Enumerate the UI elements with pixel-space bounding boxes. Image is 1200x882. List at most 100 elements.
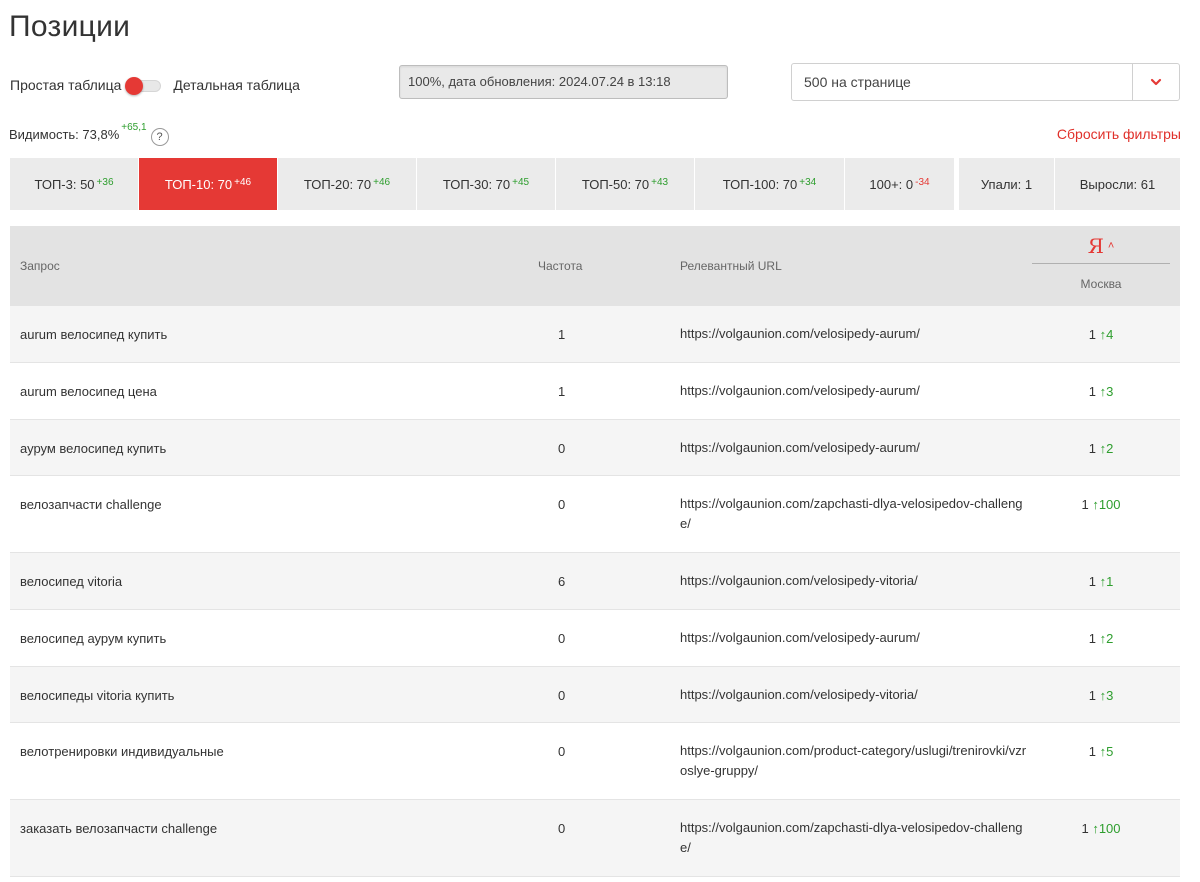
header-url[interactable]: Релевантный URL bbox=[680, 259, 782, 273]
frequency-cell: 0 bbox=[558, 441, 566, 456]
query-cell: велосипед vitoria bbox=[20, 574, 123, 589]
tab-label: Выросли: 61 bbox=[1079, 176, 1156, 192]
url-cell[interactable]: https://volgaunion.com/velosipedy-aurum/ bbox=[680, 628, 1030, 648]
select-divider bbox=[1132, 64, 1133, 100]
table-row: аурум велосипед купить 0 https://volgaun… bbox=[10, 420, 1180, 476]
tab-top30[interactable]: ТОП-30: 70 +45 bbox=[417, 158, 556, 210]
tab-delta: +46 bbox=[234, 176, 252, 188]
tab-top10[interactable]: ТОП-10: 70 +46 bbox=[139, 158, 278, 210]
url-cell[interactable]: https://volgaunion.com/velosipedy-aurum/ bbox=[680, 438, 1030, 458]
detailed-table-label[interactable]: Детальная таблица bbox=[173, 77, 300, 93]
position-cell: 1 ↑3 bbox=[1032, 384, 1170, 399]
frequency-cell: 0 bbox=[558, 688, 566, 703]
query-cell: aurum велосипед купить bbox=[20, 327, 168, 342]
frequency-cell: 0 bbox=[558, 744, 566, 759]
position-value: 1 bbox=[1081, 497, 1089, 512]
switch-knob[interactable] bbox=[125, 77, 144, 95]
position-value: 1 bbox=[1088, 441, 1096, 456]
tab-top3[interactable]: ТОП-3: 50 +36 bbox=[10, 158, 139, 210]
update-status: 100%, дата обновления: 2024.07.24 в 13:1… bbox=[399, 65, 728, 99]
table-row: aurum велосипед цена 1 https://volgaunio… bbox=[10, 363, 1180, 420]
position-value: 1 bbox=[1081, 821, 1089, 836]
url-cell[interactable]: https://volgaunion.com/velosipedy-aurum/ bbox=[680, 381, 1030, 401]
tab-label: 100+: 0 bbox=[869, 176, 914, 192]
tab-label: ТОП-100: 70 bbox=[722, 176, 798, 192]
visibility-metric: Видимость: 73,8% +65,1 ? bbox=[9, 122, 169, 146]
position-change: 3 bbox=[1106, 384, 1114, 399]
chevron-down-icon[interactable] bbox=[1147, 73, 1165, 91]
position-change: 100 bbox=[1098, 821, 1121, 836]
visibility-delta: +65,1 bbox=[121, 122, 147, 133]
url-cell[interactable]: https://volgaunion.com/velosipedy-vitori… bbox=[680, 685, 1030, 705]
header-query[interactable]: Запрос bbox=[20, 259, 60, 273]
frequency-cell: 1 bbox=[558, 327, 566, 342]
tab-label: ТОП-3: 50 bbox=[34, 176, 95, 192]
table-header: Запрос Частота Релевантный URL Я ˄ Москва bbox=[10, 226, 1180, 306]
position-change: 5 bbox=[1106, 744, 1114, 759]
tab-label: ТОП-10: 70 bbox=[164, 176, 233, 192]
view-toggle: Простая таблица Детальная таблица bbox=[10, 77, 300, 95]
simple-table-label[interactable]: Простая таблица bbox=[10, 77, 121, 93]
tab-delta: +34 bbox=[799, 176, 817, 188]
query-cell: велосипеды vitoria купить bbox=[20, 688, 175, 703]
url-cell[interactable]: https://volgaunion.com/zapchasti-dlya-ve… bbox=[680, 818, 1030, 858]
table-row: велотренировки индивидуальные 0 https://… bbox=[10, 723, 1180, 800]
position-value: 1 bbox=[1088, 688, 1096, 703]
position-filter-tabs: ТОП-3: 50 +36 ТОП-10: 70 +46 ТОП-20: 70 +46… bbox=[10, 158, 1180, 210]
tab-grew[interactable]: Выросли: 61 bbox=[1055, 158, 1180, 210]
url-cell[interactable]: https://volgaunion.com/product-category/… bbox=[680, 741, 1030, 781]
frequency-cell: 0 bbox=[558, 497, 566, 512]
tab-100plus[interactable]: 100+: 0 -34 bbox=[845, 158, 955, 210]
position-cell: 1 ↑2 bbox=[1032, 631, 1170, 646]
reset-filters-link[interactable]: Сбросить фильтры bbox=[1057, 126, 1181, 142]
query-cell: аурум велосипед купить bbox=[20, 441, 167, 456]
query-cell: велозапчасти challenge bbox=[20, 497, 162, 512]
tab-top100[interactable]: ТОП-100: 70 +34 bbox=[695, 158, 845, 210]
position-cell: 1 ↑100 bbox=[1032, 497, 1170, 512]
table-row: aurum велосипед купить 1 https://volgaun… bbox=[10, 306, 1180, 363]
tab-delta: +36 bbox=[96, 176, 114, 188]
frequency-cell: 6 bbox=[558, 574, 566, 589]
tab-label: ТОП-20: 70 bbox=[303, 176, 372, 192]
position-value: 1 bbox=[1088, 327, 1096, 342]
position-cell: 1 ↑3 bbox=[1032, 688, 1170, 703]
table-row: велозапчасти challenge 0 https://volgaun… bbox=[10, 476, 1180, 553]
tab-label: ТОП-50: 70 bbox=[581, 176, 650, 192]
table-mode-switch[interactable] bbox=[125, 77, 163, 95]
help-icon[interactable]: ? bbox=[150, 128, 169, 146]
position-value: 1 bbox=[1088, 574, 1096, 589]
position-cell: 1 ↑4 bbox=[1032, 327, 1170, 342]
tab-delta: +46 bbox=[373, 176, 391, 188]
tab-label: ТОП-30: 70 bbox=[442, 176, 511, 192]
query-cell: aurum велосипед цена bbox=[20, 384, 157, 399]
url-cell[interactable]: https://volgaunion.com/velosipedy-aurum/ bbox=[680, 324, 1030, 344]
position-cell: 1 ↑100 bbox=[1032, 821, 1170, 836]
tab-delta: +45 bbox=[512, 176, 530, 188]
search-engine-header[interactable]: Я ˄ bbox=[1032, 234, 1170, 264]
position-change: 4 bbox=[1106, 327, 1114, 342]
per-page-select[interactable]: 500 на странице bbox=[791, 63, 1180, 101]
url-cell[interactable]: https://volgaunion.com/zapchasti-dlya-ve… bbox=[680, 494, 1030, 534]
position-value: 1 bbox=[1088, 384, 1096, 399]
position-value: 1 bbox=[1088, 744, 1096, 759]
tab-top50[interactable]: ТОП-50: 70 +43 bbox=[556, 158, 695, 210]
frequency-cell: 0 bbox=[558, 821, 566, 836]
url-cell[interactable]: https://volgaunion.com/velosipedy-vitori… bbox=[680, 571, 1030, 591]
position-change: 2 bbox=[1106, 631, 1114, 646]
query-cell: заказать велозапчасти challenge bbox=[20, 821, 218, 836]
query-cell: велотренировки индивидуальные bbox=[20, 744, 224, 759]
position-cell: 1 ↑1 bbox=[1032, 574, 1170, 589]
tab-fell[interactable]: Упали: 1 bbox=[959, 158, 1055, 210]
table-row: заказать велозапчасти challenge 0 https:… bbox=[10, 800, 1180, 877]
positions-table: Запрос Частота Релевантный URL Я ˄ Москва… bbox=[10, 226, 1180, 877]
position-value: 1 bbox=[1088, 631, 1096, 646]
frequency-cell: 0 bbox=[558, 631, 566, 646]
table-row: велосипед vitoria 6 https://volgaunion.c… bbox=[10, 553, 1180, 610]
tab-top20[interactable]: ТОП-20: 70 +46 bbox=[278, 158, 417, 210]
sort-caret-icon[interactable]: ˄ bbox=[1108, 240, 1114, 252]
tab-delta: -34 bbox=[915, 176, 930, 188]
table-row: велосипеды vitoria купить 0 https://volg… bbox=[10, 667, 1180, 723]
position-change: 2 bbox=[1106, 441, 1114, 456]
tab-label: Упали: 1 bbox=[980, 176, 1033, 192]
header-frequency[interactable]: Частота bbox=[538, 259, 582, 273]
